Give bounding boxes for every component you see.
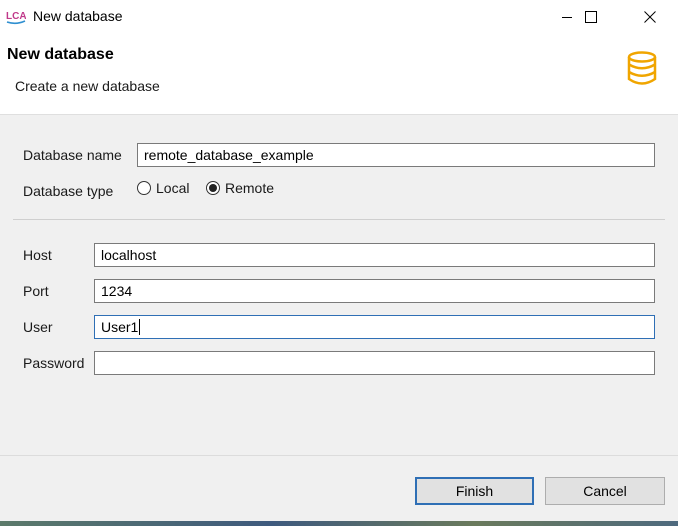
text-caret: [139, 319, 141, 335]
user-input-value: User1: [101, 319, 139, 335]
database-type-label: Database type: [23, 183, 114, 199]
user-label: User: [23, 319, 53, 335]
password-input[interactable]: [94, 351, 655, 375]
radio-remote-circle[interactable]: [206, 181, 220, 195]
finish-button[interactable]: Finish: [415, 477, 534, 505]
database-name-input[interactable]: remote_database_example: [137, 143, 655, 167]
database-icon: [627, 51, 657, 85]
wizard-title: New database: [7, 46, 114, 63]
maximize-button[interactable]: [568, 0, 614, 34]
wizard-subtitle: Create a new database: [15, 78, 160, 94]
app-logo-icon: LCA: [6, 9, 26, 25]
section-divider: [13, 219, 665, 220]
port-label: Port: [23, 283, 49, 299]
radio-selected-dot: [209, 184, 217, 192]
password-label: Password: [23, 355, 85, 371]
radio-local-label: Local: [156, 180, 190, 196]
cancel-button[interactable]: Cancel: [545, 477, 665, 505]
footer-divider: [0, 455, 678, 456]
wizard-header: New database Create a new database: [0, 34, 678, 115]
port-input[interactable]: 1234: [94, 279, 655, 303]
close-icon: [644, 11, 656, 23]
window-titlebar: LCA New database: [0, 0, 678, 34]
window-title: New database: [33, 8, 123, 24]
desktop-background-strip: [0, 521, 678, 526]
maximize-icon: [585, 11, 597, 23]
radio-remote[interactable]: Remote: [206, 180, 274, 196]
host-input[interactable]: localhost: [94, 243, 655, 267]
close-button[interactable]: [627, 0, 673, 34]
host-label: Host: [23, 247, 52, 263]
database-name-label: Database name: [23, 147, 122, 163]
radio-local-circle[interactable]: [137, 181, 151, 195]
radio-remote-label: Remote: [225, 180, 275, 196]
app-logo-text: LCA: [6, 11, 26, 22]
radio-local[interactable]: Local: [137, 180, 189, 196]
user-input[interactable]: User1: [94, 315, 655, 339]
